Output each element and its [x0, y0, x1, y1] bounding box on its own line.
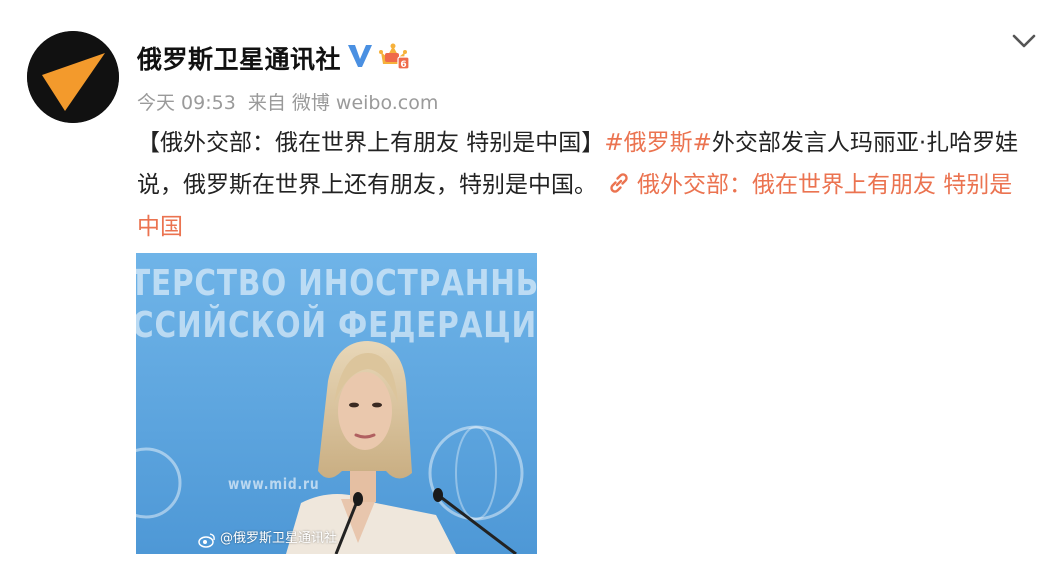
source-prefix: 来自 — [247, 92, 286, 114]
hashtag-link[interactable]: #俄罗斯# — [604, 130, 712, 156]
vip-crown-badge-icon: 6 — [379, 43, 410, 70]
wall-text-line-2: ССИЙСКОЙ ФЕДЕРАЦИИ — [136, 305, 537, 346]
chevron-down-icon[interactable] — [1010, 30, 1038, 52]
wall-url: www.mid.ru — [228, 475, 320, 493]
weibo-post: 俄罗斯卫星通讯社 6 今天 09:53 来自 微博 weibo.com 【俄外交部… — [0, 0, 1064, 570]
post-source[interactable]: 微博 weibo.com — [292, 92, 439, 114]
link-icon — [610, 173, 628, 193]
avatar[interactable] — [27, 31, 119, 123]
post-image[interactable]: ТЕРСТВО ИНОСТРАННЫХ ДЕЛ ССИЙСКОЙ ФЕДЕРАЦ… — [136, 253, 537, 554]
weibo-logo-icon — [198, 533, 215, 548]
post-time[interactable]: 今天 09:53 — [137, 92, 236, 114]
wall-text-line-1: ТЕРСТВО ИНОСТРАННЫХ ДЕЛ — [136, 263, 537, 304]
svg-text:6: 6 — [400, 60, 406, 70]
orange-triangle-logo-icon — [27, 31, 119, 123]
verified-v-icon — [348, 45, 372, 67]
post-text: 【俄外交部：俄在世界上有朋友 特别是中国】#俄罗斯#外交部发言人玛丽亚·扎哈罗娃… — [137, 122, 1027, 248]
image-watermark: @俄罗斯卫星通讯社 — [220, 531, 338, 546]
post-title: 【俄外交部：俄在世界上有朋友 特别是中国】 — [137, 130, 605, 156]
account-name[interactable]: 俄罗斯卫星通讯社 — [137, 40, 341, 76]
post-meta: 今天 09:53 来自 微博 weibo.com — [137, 88, 444, 115]
